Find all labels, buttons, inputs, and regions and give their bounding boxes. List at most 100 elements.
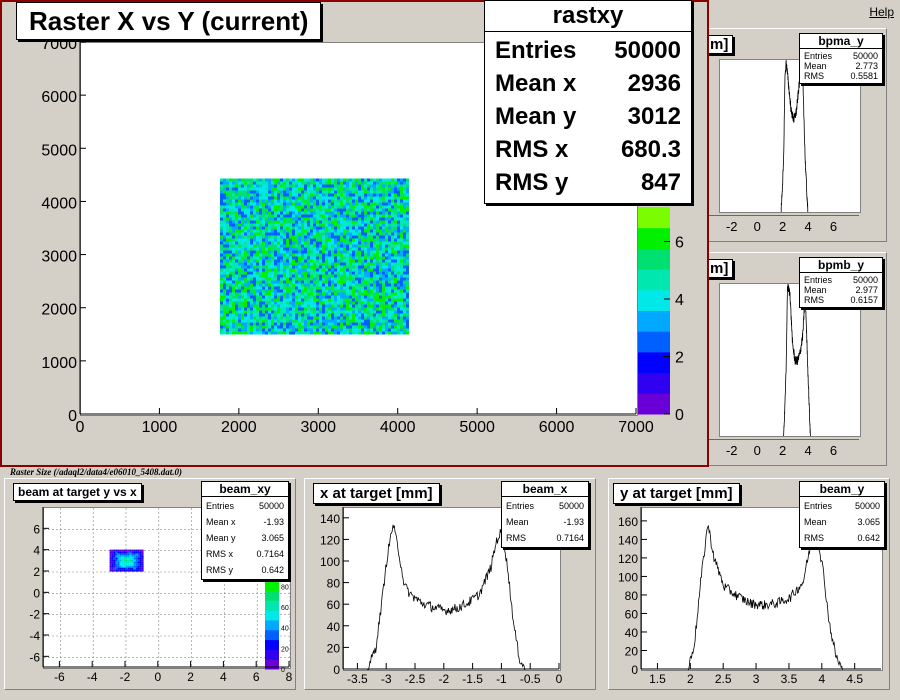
raster-cell xyxy=(244,316,247,320)
raster-cell xyxy=(403,295,406,299)
raster-cell xyxy=(262,226,265,230)
raster-cell xyxy=(376,250,379,254)
raster-cell xyxy=(307,217,310,221)
raster-cell xyxy=(280,247,283,251)
raster-cell xyxy=(259,205,262,209)
beam-xy-cell xyxy=(111,567,114,570)
raster-cell xyxy=(388,193,391,197)
raster-cell xyxy=(226,235,229,239)
raster-cell xyxy=(349,193,352,197)
raster-cell xyxy=(385,229,388,233)
raster-cell xyxy=(337,217,340,221)
raster-cell xyxy=(322,298,325,302)
raster-cell xyxy=(304,187,307,191)
raster-cell xyxy=(301,301,304,305)
raster-cell xyxy=(286,187,289,191)
raster-cell xyxy=(316,325,319,329)
raster-cell xyxy=(256,283,259,287)
raster-cell xyxy=(268,181,271,185)
raster-cell xyxy=(280,307,283,311)
raster-cell xyxy=(244,232,247,236)
raster-cell xyxy=(271,214,274,218)
raster-cell xyxy=(295,229,298,233)
raster-cell xyxy=(361,292,364,296)
raster-cell xyxy=(406,313,409,317)
raster-cell xyxy=(358,250,361,254)
raster-cell xyxy=(370,307,373,311)
raster-cell xyxy=(289,181,292,185)
raster-cell xyxy=(373,193,376,197)
raster-cell xyxy=(385,328,388,332)
beam-y-stat-row: Entries 50000 xyxy=(804,498,880,514)
raster-cell xyxy=(352,328,355,332)
raster-cell xyxy=(250,280,253,284)
raster-cell xyxy=(292,331,295,335)
beam-x-x-tick-label: -3.5 xyxy=(347,672,368,686)
raster-cell xyxy=(232,190,235,194)
raster-cell xyxy=(397,316,400,320)
raster-cell xyxy=(325,283,328,287)
raster-cell xyxy=(250,304,253,308)
raster-cell xyxy=(298,235,301,239)
raster-cell xyxy=(223,190,226,194)
raster-cell xyxy=(319,259,322,263)
raster-cell xyxy=(301,310,304,314)
raster-cell xyxy=(343,259,346,263)
raster-cell xyxy=(346,247,349,251)
raster-cell xyxy=(331,235,334,239)
raster-cell xyxy=(280,331,283,335)
help-menu[interactable]: Help xyxy=(869,5,894,19)
raster-cell xyxy=(361,208,364,212)
raster-cell xyxy=(343,289,346,293)
raster-cell xyxy=(388,232,391,236)
raster-cell xyxy=(331,256,334,260)
raster-cell xyxy=(253,274,256,278)
raster-cell xyxy=(331,244,334,248)
raster-cell xyxy=(247,214,250,218)
raster-cell xyxy=(277,196,280,200)
raster-cell xyxy=(343,286,346,290)
raster-cell xyxy=(253,277,256,281)
raster-cell xyxy=(271,217,274,221)
raster-cell xyxy=(340,262,343,266)
raster-cell xyxy=(331,328,334,332)
raster-cell xyxy=(322,268,325,272)
raster-cell xyxy=(295,262,298,266)
raster-cell xyxy=(232,244,235,248)
raster-cell xyxy=(256,292,259,296)
raster-cell xyxy=(391,310,394,314)
raster-cell xyxy=(340,271,343,275)
raster-cell xyxy=(226,328,229,332)
raster-cell xyxy=(391,214,394,218)
raster-cell xyxy=(403,262,406,266)
raster-cell xyxy=(406,322,409,326)
raster-cell xyxy=(310,226,313,230)
raster-cell xyxy=(352,271,355,275)
raster-cell xyxy=(235,202,238,206)
raster-cell xyxy=(397,238,400,242)
raster-cell xyxy=(385,187,388,191)
raster-cell xyxy=(313,322,316,326)
raster-cell xyxy=(268,262,271,266)
raster-cell xyxy=(400,286,403,290)
raster-cell xyxy=(358,205,361,209)
raster-cell xyxy=(394,190,397,194)
raster-cell xyxy=(226,286,229,290)
raster-cell xyxy=(241,280,244,284)
raster-cell xyxy=(247,205,250,209)
raster-cell xyxy=(235,277,238,281)
raster-cell xyxy=(340,241,343,245)
raster-cell xyxy=(280,310,283,314)
raster-cell xyxy=(295,331,298,335)
raster-cell xyxy=(235,283,238,287)
raster-cell xyxy=(325,211,328,215)
raster-cell xyxy=(379,304,382,308)
raster-cell xyxy=(256,211,259,215)
raster-cell xyxy=(313,208,316,212)
beam-xy-cell xyxy=(113,563,116,566)
raster-cell xyxy=(343,307,346,311)
raster-cell xyxy=(355,304,358,308)
raster-cell xyxy=(283,268,286,272)
raster-cell xyxy=(325,280,328,284)
raster-cell xyxy=(259,307,262,311)
